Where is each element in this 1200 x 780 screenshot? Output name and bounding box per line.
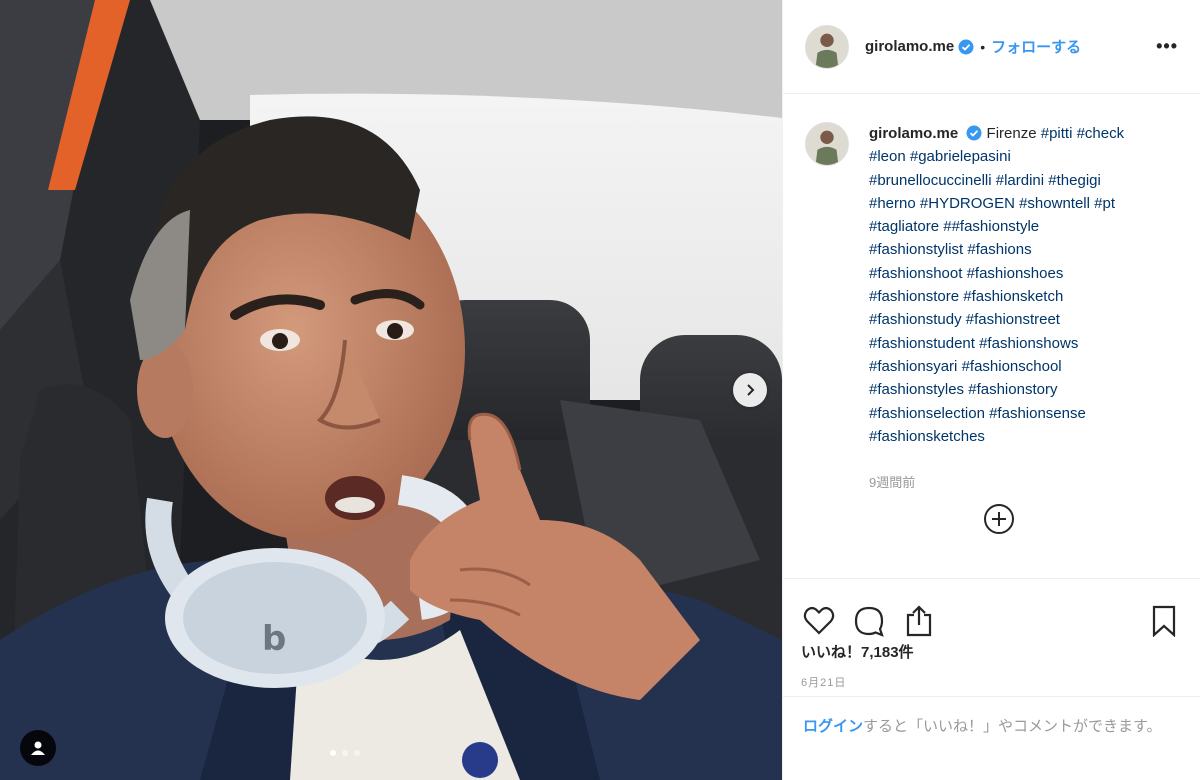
caption-timestamp: 9週間前 xyxy=(869,475,916,490)
avatar[interactable] xyxy=(805,122,849,166)
post-date: 6月21日 xyxy=(801,677,847,689)
user-tag-icon xyxy=(31,741,45,755)
hashtag-link[interactable]: #fashionshoes xyxy=(967,265,1064,282)
hashtag-link[interactable]: #fashionstyles xyxy=(869,381,964,398)
hashtag-link[interactable]: #fashionstylist xyxy=(869,241,963,258)
hashtag-link[interactable]: #fashionsense xyxy=(989,405,1086,422)
caption-line: #herno #HYDROGEN #showntell #pt xyxy=(869,195,1115,212)
hashtag-link[interactable]: #fashionschool xyxy=(962,358,1062,375)
caption-line: Firenze #pitti #check xyxy=(986,125,1125,142)
caption-line: #fashionstudy #fashionstreet xyxy=(869,311,1060,328)
chevron-right-icon xyxy=(747,384,755,396)
login-prompt-text: すると「いいね！」やコメントができます。 xyxy=(863,718,1162,735)
hashtag-link[interactable]: #brunellocuccinelli xyxy=(869,172,992,189)
selfie-image: b xyxy=(0,0,782,780)
verified-badge-icon xyxy=(966,125,982,141)
login-link[interactable]: ログイン xyxy=(803,718,863,735)
share-button[interactable] xyxy=(901,603,937,639)
caption-line: #brunellocuccinelli #lardini #thegigi xyxy=(869,172,1101,189)
caption-line: #leon #gabrielepasini xyxy=(869,148,1011,165)
author-username[interactable]: girolamo.me xyxy=(865,38,954,55)
hashtag-link[interactable]: #HYDROGEN xyxy=(920,195,1015,212)
hashtag-link[interactable]: #fashionstreet xyxy=(966,311,1060,328)
svg-text:b: b xyxy=(262,619,286,659)
carousel-dot xyxy=(354,750,360,756)
comment-icon xyxy=(854,606,884,637)
hashtag-link[interactable]: #gabrielepasini xyxy=(910,148,1011,165)
avatar-image xyxy=(806,123,848,165)
hashtag-link[interactable]: #fashionshows xyxy=(979,335,1078,352)
caption-line: #fashionsyari #fashionschool xyxy=(869,358,1062,375)
like-button[interactable] xyxy=(801,603,837,639)
hashtag-link[interactable]: #fashionstore xyxy=(869,288,959,305)
hashtag-link[interactable]: #fashionsketch xyxy=(963,288,1063,305)
hashtag-link[interactable]: #herno xyxy=(869,195,916,212)
caption-text: girolamo.me Firenze #pitti #check #leon #… xyxy=(869,122,1179,448)
caption-line: #fashionsketches xyxy=(869,428,985,445)
hashtag-link[interactable]: ##fashionstyle xyxy=(943,218,1039,235)
hashtag-link[interactable]: #fashionstory xyxy=(968,381,1057,398)
hashtag-link[interactable]: #fashionstudent xyxy=(869,335,975,352)
carousel-dot xyxy=(330,750,336,756)
comment-button[interactable] xyxy=(851,603,887,639)
carousel-indicator xyxy=(330,750,360,756)
hashtag-link[interactable]: #fashionshoot xyxy=(869,265,962,282)
post-actions: いいね！7,183件 6月21日 xyxy=(783,578,1200,690)
hashtag-link[interactable]: #fashionstudy xyxy=(869,311,962,328)
heart-icon xyxy=(803,606,835,635)
hashtag-link[interactable]: #check xyxy=(1077,125,1125,142)
carousel-dot xyxy=(342,750,348,756)
tagged-users-button[interactable] xyxy=(20,730,56,766)
hashtag-link[interactable]: #fashionsketches xyxy=(869,428,985,445)
bookmark-icon xyxy=(1152,605,1176,637)
share-icon xyxy=(906,605,932,637)
carousel-next-button[interactable] xyxy=(733,373,767,407)
avatar[interactable] xyxy=(805,24,849,69)
hashtag-link[interactable]: #lardini xyxy=(996,172,1044,189)
hashtag-link[interactable]: #tagliatore xyxy=(869,218,939,235)
save-button[interactable] xyxy=(1146,603,1182,639)
caption-line: #fashionselection #fashionsense xyxy=(869,405,1086,422)
hashtag-link[interactable]: #leon xyxy=(869,148,906,165)
post-side-panel: girolamo.me • フォローする ••• girolamo.me Fir… xyxy=(782,0,1200,780)
caption-line: #fashionshoot #fashionshoes xyxy=(869,265,1063,282)
post-photo[interactable]: b xyxy=(0,0,782,780)
hashtag-link[interactable]: #pitti xyxy=(1041,125,1073,142)
like-count[interactable]: いいね！7,183件 xyxy=(801,641,1182,662)
caption-line: #fashionstore #fashionsketch xyxy=(869,288,1063,305)
hashtag-link[interactable]: #fashionsyari xyxy=(869,358,957,375)
hashtag-link[interactable]: #thegigi xyxy=(1048,172,1101,189)
hashtag-link[interactable]: #pt xyxy=(1094,195,1115,212)
header-separator: • xyxy=(980,38,986,55)
caption-username[interactable]: girolamo.me xyxy=(869,125,958,142)
post-caption: girolamo.me Firenze #pitti #check #leon #… xyxy=(805,122,1184,448)
caption-line: #fashionstylist #fashions xyxy=(869,241,1032,258)
caption-line: #fashionstudent #fashionshows xyxy=(869,335,1078,352)
plus-circle-icon[interactable] xyxy=(982,502,1016,536)
post-header: girolamo.me • フォローする ••• xyxy=(783,0,1200,94)
avatar-image xyxy=(806,25,848,68)
hashtag-link[interactable]: #fashionselection xyxy=(869,405,985,422)
caption-line: #tagliatore ##fashionstyle xyxy=(869,218,1039,235)
more-options-icon[interactable]: ••• xyxy=(1156,36,1178,57)
hashtag-link[interactable]: #showntell xyxy=(1019,195,1090,212)
caption-line: #fashionstyles #fashionstory xyxy=(869,381,1057,398)
verified-badge-icon xyxy=(958,39,974,54)
hashtag-link[interactable]: #fashions xyxy=(967,241,1031,258)
follow-button[interactable]: フォローする xyxy=(991,36,1081,57)
login-prompt: ログインすると「いいね！」やコメントができます。 xyxy=(783,696,1200,739)
